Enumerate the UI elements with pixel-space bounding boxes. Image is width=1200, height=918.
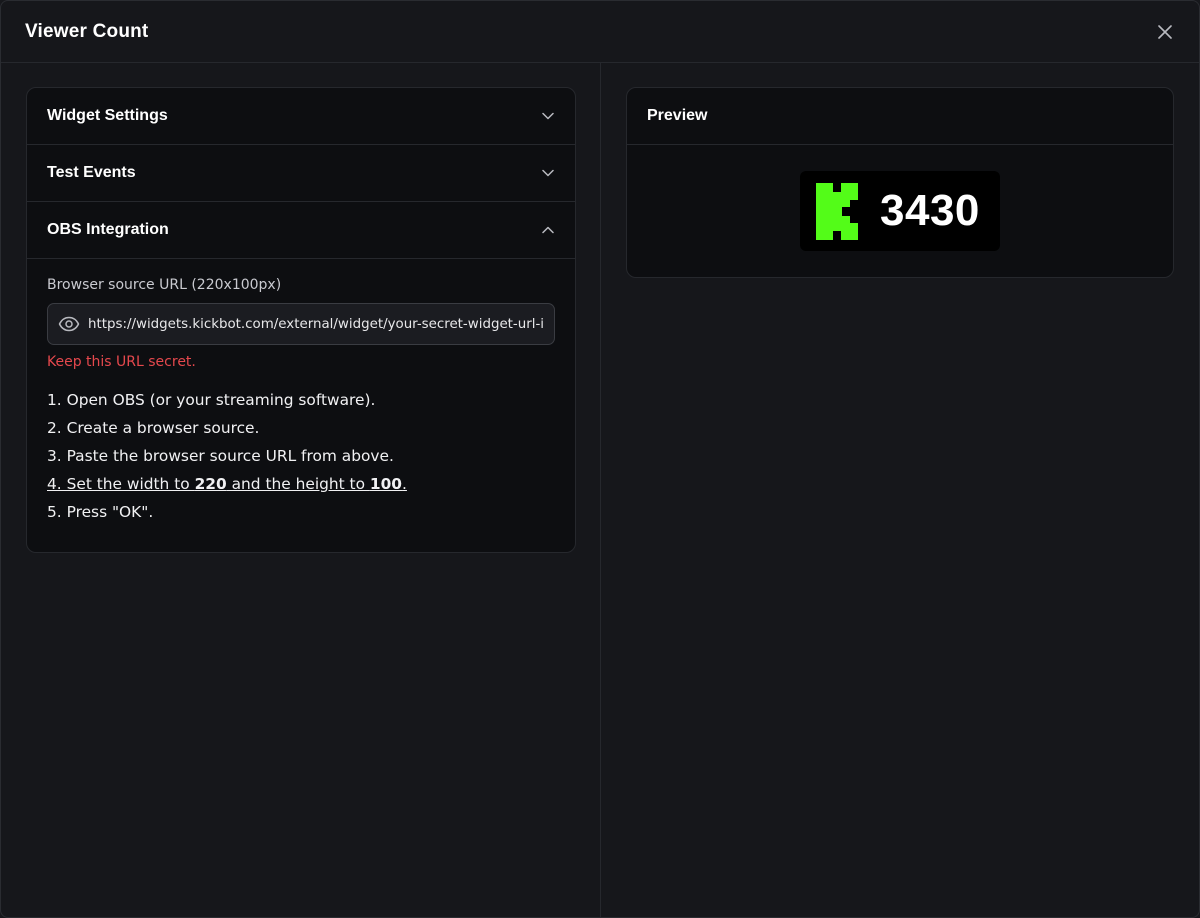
accordion-title: Widget Settings: [47, 107, 168, 124]
preview-area: 3430: [627, 145, 1173, 277]
preview-title: Preview: [647, 107, 708, 124]
accordion-test-events[interactable]: Test Events: [27, 145, 575, 202]
viewer-count-value: 3430: [880, 186, 980, 235]
step-text: and the height to: [226, 475, 370, 493]
modal-body: Widget Settings Test Events OBS Integrat…: [1, 63, 1199, 917]
chevron-down-icon: [541, 166, 555, 180]
instructions-list: 1. Open OBS (or your streaming software)…: [47, 386, 555, 526]
instruction-step: 1. Open OBS (or your streaming software)…: [47, 391, 376, 409]
step-text: .: [402, 475, 407, 493]
modal-title: Viewer Count: [25, 20, 149, 42]
viewer-count-widget: 3430: [800, 171, 1000, 251]
accordion-title: OBS Integration: [47, 221, 169, 238]
preview-header: Preview: [627, 88, 1173, 145]
url-field: [47, 303, 555, 345]
settings-accordion: Widget Settings Test Events OBS Integrat…: [26, 87, 576, 553]
chevron-down-icon: [541, 109, 555, 123]
chevron-up-icon: [541, 223, 555, 237]
height-value: 100: [369, 475, 403, 493]
preview-column: Preview 3430: [601, 63, 1199, 917]
accordion-obs-integration[interactable]: OBS Integration: [27, 202, 575, 259]
eye-icon[interactable]: [58, 313, 80, 335]
obs-integration-content: Browser source URL (220x100px) Keep this…: [27, 259, 575, 552]
kick-logo: [816, 182, 858, 240]
width-value: 220: [194, 475, 227, 493]
instruction-step: 3. Paste the browser source URL from abo…: [47, 447, 394, 465]
url-label: Browser source URL (220x100px): [47, 277, 282, 293]
instruction-step: 5. Press "OK".: [47, 503, 154, 521]
url-warning: Keep this URL secret.: [47, 354, 196, 370]
accordion-widget-settings[interactable]: Widget Settings: [27, 88, 575, 145]
viewer-count-modal: Viewer Count Widget Settings Test Events: [0, 0, 1200, 918]
instruction-step: 2. Create a browser source.: [47, 419, 260, 437]
settings-column: Widget Settings Test Events OBS Integrat…: [1, 63, 601, 917]
accordion-title: Test Events: [47, 164, 136, 181]
url-input[interactable]: [88, 316, 544, 332]
preview-card: Preview 3430: [626, 87, 1174, 278]
close-button[interactable]: [1151, 18, 1179, 46]
modal-header: Viewer Count: [1, 1, 1199, 63]
close-icon: [1158, 24, 1172, 39]
step-text: 4. Set the width to: [47, 475, 195, 493]
instruction-step-dimensions: 4. Set the width to 220 and the height t…: [47, 470, 555, 498]
